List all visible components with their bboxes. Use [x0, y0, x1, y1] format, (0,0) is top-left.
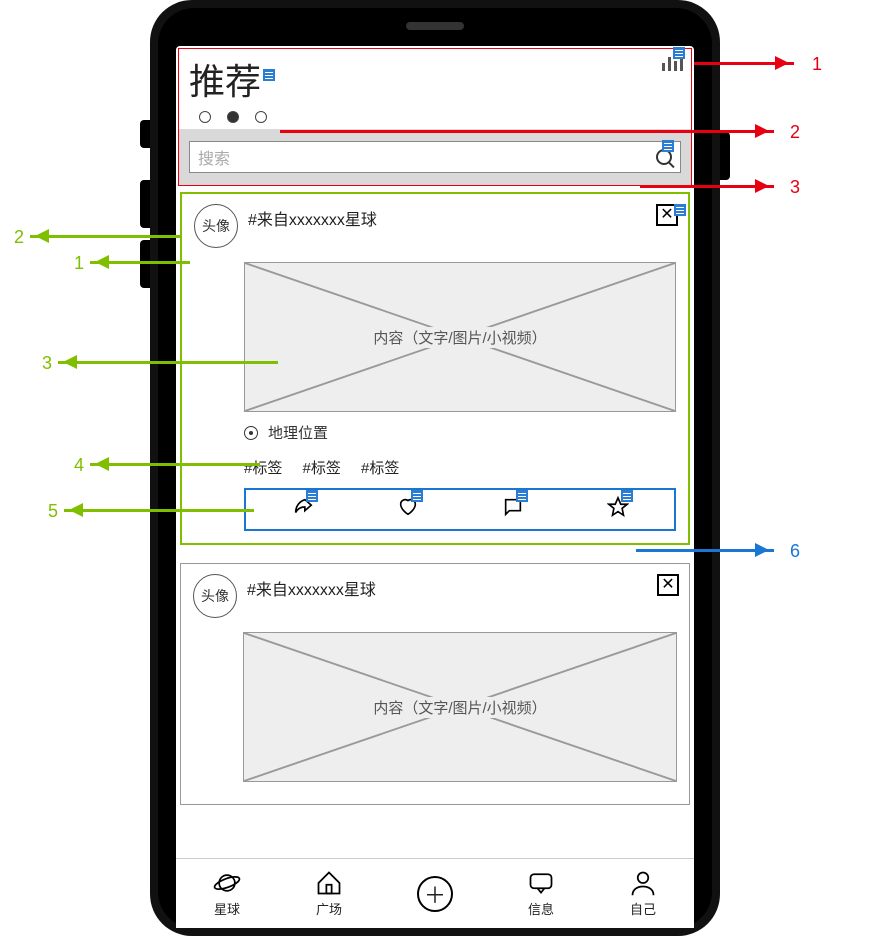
page-title: 推荐 [189, 61, 261, 102]
bottom-nav: 星球 广场 ＋ 信息 自己 [176, 858, 694, 928]
nav-label: 广场 [316, 899, 342, 918]
comment-button[interactable] [502, 496, 524, 523]
annotation-label: 1 [74, 253, 84, 274]
avatar[interactable]: 头像 [193, 574, 237, 618]
carousel-dot[interactable] [255, 111, 267, 123]
nav-label: 星球 [214, 899, 240, 918]
search-placeholder: 搜索 [198, 145, 656, 169]
carousel-dot[interactable] [199, 111, 211, 123]
close-button[interactable]: ✕ [656, 204, 678, 226]
action-bar [244, 488, 676, 531]
tag[interactable]: #标签 [361, 460, 399, 477]
source-text[interactable]: #来自xxxxxxx星球 [247, 576, 376, 600]
content-label: 内容（文字/图片/小视频） [369, 327, 550, 348]
plus-icon: ＋ [417, 876, 453, 912]
carousel-dot[interactable] [227, 111, 239, 123]
avatar[interactable]: 头像 [194, 204, 238, 248]
annotation-label: 2 [14, 227, 24, 248]
phone-side-button [720, 132, 730, 180]
feed-list: 头像 #来自xxxxxxx星球 ✕ 内容（文字/图片/小视频） [176, 186, 694, 805]
feed-card: 头像 #来自xxxxxxx星球 ✕ 内容（文字/图片/小视频） [180, 563, 690, 805]
search-input[interactable]: 搜索 [189, 141, 681, 173]
geo-label: 地理位置 [268, 422, 328, 443]
tag[interactable]: #标签 [303, 460, 341, 477]
annotation-label: 5 [48, 501, 58, 522]
annotation-label: 2 [790, 122, 800, 143]
feed-card: 头像 #来自xxxxxxx星球 ✕ 内容（文字/图片/小视频） [180, 192, 690, 545]
phone-frame: 推荐 搜索 [150, 0, 720, 936]
source-text[interactable]: #来自xxxxxxx星球 [248, 206, 377, 230]
carousel-dots[interactable] [199, 111, 681, 123]
favorite-button[interactable] [607, 496, 629, 523]
like-button[interactable] [397, 496, 419, 523]
nav-star[interactable]: 星球 [213, 869, 241, 918]
annotation-label: 6 [790, 541, 800, 562]
trend-icon[interactable] [662, 53, 683, 71]
close-button[interactable]: ✕ [657, 574, 679, 596]
tags-row: #标签 #标签 #标签 [244, 457, 676, 478]
nav-post-button[interactable]: ＋ [417, 876, 453, 912]
phone-side-button [140, 180, 150, 228]
annotation-label: 1 [812, 54, 822, 75]
phone-side-button [140, 120, 150, 148]
avatar-label: 头像 [202, 216, 230, 236]
content-placeholder[interactable]: 内容（文字/图片/小视频） [244, 262, 676, 412]
nav-self[interactable]: 自己 [629, 869, 657, 918]
phone-screen: 推荐 搜索 [176, 46, 694, 928]
annotation-label: 3 [790, 177, 800, 198]
nav-message[interactable]: 信息 [527, 869, 555, 918]
annotation-label: 4 [74, 455, 84, 476]
share-button[interactable] [292, 496, 314, 523]
page-header: 推荐 搜索 [178, 48, 692, 186]
avatar-label: 头像 [201, 586, 229, 606]
annotation-label: 3 [42, 353, 52, 374]
geo-row[interactable]: 地理位置 [244, 422, 676, 443]
nav-label: 自己 [630, 899, 656, 918]
nav-plaza[interactable]: 广场 [315, 869, 343, 918]
content-placeholder[interactable]: 内容（文字/图片/小视频） [243, 632, 677, 782]
content-label: 内容（文字/图片/小视频） [369, 697, 550, 718]
nav-label: 信息 [528, 899, 554, 918]
location-icon [244, 426, 258, 440]
phone-side-button [140, 240, 150, 288]
